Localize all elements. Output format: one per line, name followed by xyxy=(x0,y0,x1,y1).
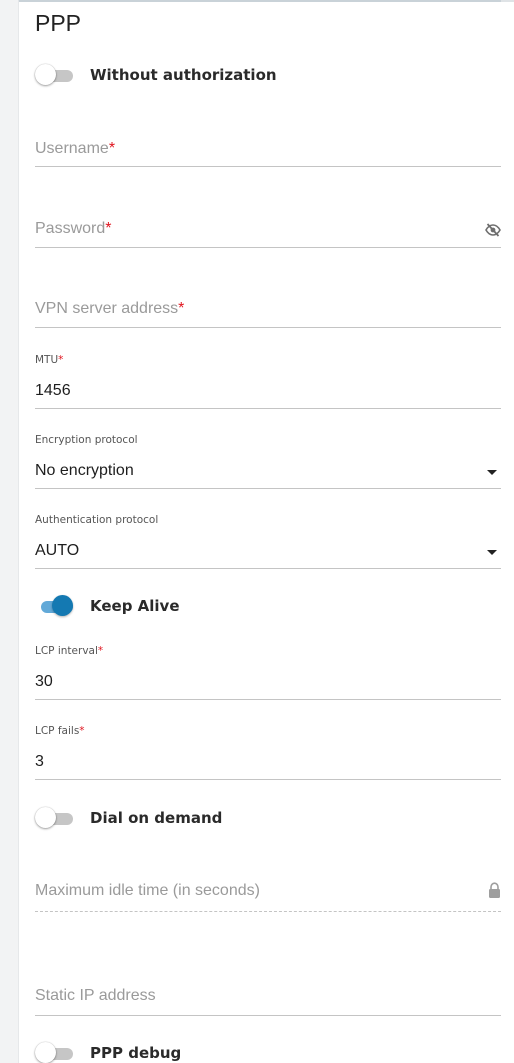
maximum-idle-time-field: Maximum idle time (in seconds) xyxy=(35,872,501,914)
toggle-knob xyxy=(35,807,56,828)
password-underline xyxy=(35,247,501,248)
eye-slash-icon[interactable] xyxy=(485,223,501,237)
caret-down-icon[interactable] xyxy=(487,550,497,555)
static-ip-address-underline xyxy=(35,1015,501,1016)
encryption-protocol-value: No encryption xyxy=(35,462,134,479)
toggle-knob xyxy=(52,595,73,616)
vpn-server-address-field[interactable]: VPN server address* xyxy=(35,290,501,330)
lcp-interval-field[interactable]: LCP interval* 30 xyxy=(35,645,501,701)
username-placeholder: Username* xyxy=(35,140,116,157)
authentication-protocol-value: AUTO xyxy=(35,542,80,559)
lcp-fails-field[interactable]: LCP fails* 3 xyxy=(35,725,501,781)
keep-alive-label: Keep Alive xyxy=(90,597,180,615)
authentication-protocol-select[interactable]: Authentication protocol AUTO xyxy=(35,514,501,570)
ppp-debug-toggle[interactable] xyxy=(35,1042,73,1063)
encryption-protocol-underline xyxy=(35,488,501,489)
mtu-field[interactable]: MTU* 1456 xyxy=(35,354,501,410)
lcp-interval-label: LCP interval* xyxy=(35,645,104,657)
password-placeholder: Password* xyxy=(35,220,112,237)
lcp-fails-underline xyxy=(35,779,501,780)
maximum-idle-time-underline xyxy=(35,911,501,912)
static-ip-address-placeholder: Static IP address xyxy=(35,987,156,1004)
lcp-interval-underline xyxy=(35,699,501,700)
password-field[interactable]: Password* xyxy=(35,210,501,250)
without-authorization-toggle[interactable] xyxy=(35,64,73,86)
username-field[interactable]: Username* xyxy=(35,130,501,170)
ppp-debug-label: PPP debug xyxy=(90,1044,182,1062)
ppp-settings-panel: PPP Without authorization Username* Pass… xyxy=(18,0,514,1063)
vpn-server-address-underline xyxy=(35,327,501,328)
caret-down-icon[interactable] xyxy=(487,470,497,475)
lcp-fails-label: LCP fails* xyxy=(35,725,85,737)
vpn-server-address-placeholder: VPN server address* xyxy=(35,300,185,317)
authentication-protocol-underline xyxy=(35,568,501,569)
mtu-value: 1456 xyxy=(35,382,71,399)
username-underline xyxy=(35,166,501,167)
mtu-underline xyxy=(35,408,501,409)
dial-on-demand-toggle[interactable] xyxy=(35,807,73,829)
toggle-knob xyxy=(35,1042,56,1063)
authentication-protocol-label: Authentication protocol xyxy=(35,514,159,526)
maximum-idle-time-placeholder: Maximum idle time (in seconds) xyxy=(35,882,260,899)
encryption-protocol-label: Encryption protocol xyxy=(35,434,138,446)
mtu-label: MTU* xyxy=(35,354,64,366)
without-authorization-label: Without authorization xyxy=(90,66,277,84)
lock-icon xyxy=(489,882,500,898)
lcp-fails-value: 3 xyxy=(35,753,44,770)
encryption-protocol-select[interactable]: Encryption protocol No encryption xyxy=(35,434,501,490)
toggle-knob xyxy=(35,64,56,85)
keep-alive-toggle[interactable] xyxy=(35,595,73,617)
lcp-interval-value: 30 xyxy=(35,673,53,690)
dial-on-demand-label: Dial on demand xyxy=(90,809,223,827)
section-title: PPP xyxy=(35,10,82,36)
static-ip-address-field[interactable]: Static IP address xyxy=(35,977,501,1019)
